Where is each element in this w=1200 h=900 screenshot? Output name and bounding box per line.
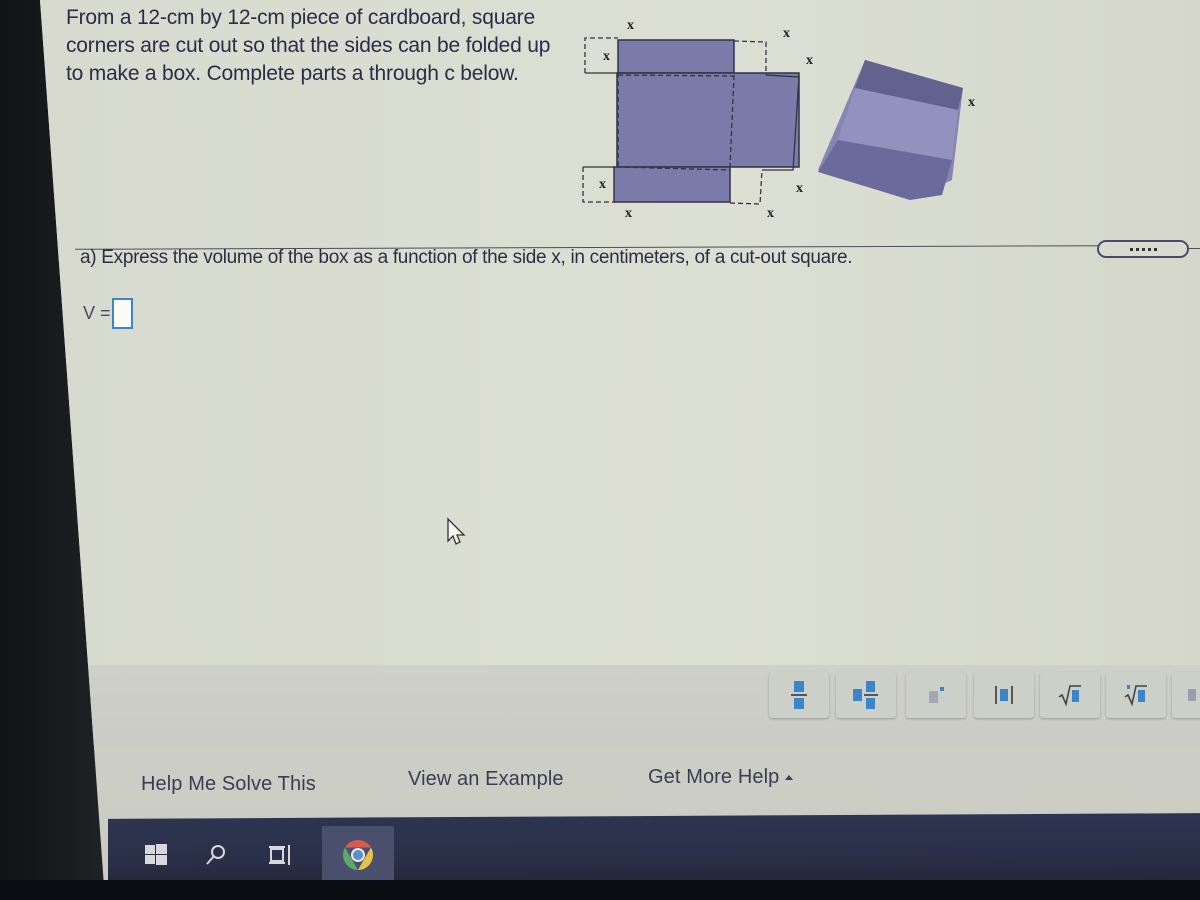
dot-icon: [1135, 247, 1139, 251]
x-label: x: [796, 181, 803, 196]
question-part-a: a) Express the volume of the box as a fu…: [80, 247, 853, 268]
x-label: x: [806, 53, 813, 68]
screen: From a 12-cm by 12-cm piece of cardboard…: [40, 0, 1200, 900]
x-label: x: [599, 177, 606, 192]
chrome-taskbar-button[interactable]: [322, 826, 394, 884]
volume-answer-input[interactable]: [111, 298, 133, 329]
fraction-button[interactable]: [769, 672, 829, 718]
x-label: x: [783, 26, 790, 41]
get-more-help-label: Get More Help: [648, 766, 780, 788]
square-root-icon: [1058, 685, 1081, 707]
x-label: x: [625, 206, 632, 221]
nth-root-icon: [1124, 685, 1147, 707]
x-label: x: [767, 206, 774, 221]
dot-icon: [1153, 247, 1157, 251]
dot-icon: [1141, 247, 1145, 251]
problem-line: to make a box. Complete parts a through …: [66, 62, 519, 85]
folded-box: [818, 60, 963, 200]
x-label: x: [968, 95, 975, 110]
exponent-button[interactable]: [906, 672, 966, 718]
task-view-icon: [269, 845, 290, 865]
mixed-number-button[interactable]: [836, 672, 896, 718]
more-tools-icon: [1188, 689, 1196, 701]
mixed-number-icon: [853, 681, 878, 709]
more-tools-button[interactable]: [1172, 672, 1200, 718]
problem-line: corners are cut out so that the sides ca…: [66, 34, 551, 57]
answer-label: V =: [83, 303, 111, 323]
answer-row: V =: [83, 298, 133, 329]
absolute-value-icon: [995, 686, 1013, 704]
fraction-icon: [791, 681, 807, 709]
box-diagram: x x x x x x x x x: [580, 0, 1000, 230]
expand-button[interactable]: [1097, 240, 1189, 258]
cardboard-net: [582, 37, 800, 205]
exponent-icon: [929, 687, 944, 703]
mouse-cursor-icon: [446, 517, 468, 552]
x-label: x: [627, 18, 634, 33]
square-root-button[interactable]: [1040, 672, 1100, 718]
problem-line: From a 12-cm by 12-cm piece of cardboard…: [66, 6, 535, 29]
task-view-button[interactable]: [260, 826, 300, 884]
dot-icon: [1147, 247, 1151, 251]
start-button[interactable]: [136, 826, 176, 884]
screen-bottom-edge: [0, 880, 1200, 900]
box-net-figure: x x x x x x x x x: [582, 18, 975, 221]
chrome-icon: [342, 840, 374, 870]
nth-root-button[interactable]: [1106, 672, 1166, 718]
absolute-value-button[interactable]: [974, 672, 1034, 718]
problem-statement: From a 12-cm by 12-cm piece of cardboard…: [66, 4, 596, 88]
windows-logo-icon: [145, 844, 167, 865]
search-icon: [206, 845, 225, 865]
dot-icon: [1129, 247, 1133, 251]
help-me-solve-this-link[interactable]: Help Me Solve This: [141, 773, 316, 796]
view-an-example-link[interactable]: View an Example: [408, 768, 564, 791]
x-label: x: [603, 49, 610, 64]
get-more-help-link[interactable]: Get More Help: [648, 766, 794, 789]
caret-up-icon: [785, 775, 794, 781]
search-button[interactable]: [196, 826, 236, 884]
